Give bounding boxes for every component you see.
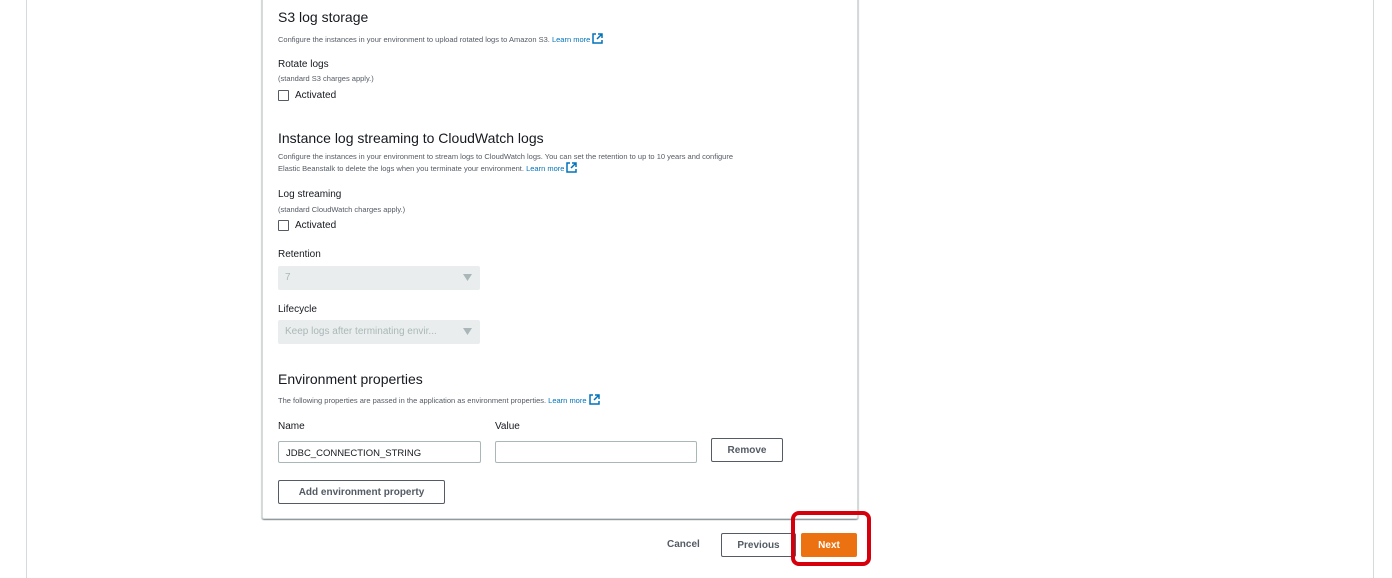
env-name-column-header: Name bbox=[278, 421, 305, 432]
log-streaming-checkbox-label: Activated bbox=[295, 220, 337, 231]
env-properties-description: The following properties are passed in t… bbox=[278, 394, 600, 406]
s3-learn-more-link[interactable]: Learn more bbox=[552, 33, 604, 44]
next-button-highlight bbox=[791, 511, 871, 566]
caret-down-icon bbox=[463, 274, 472, 281]
retention-select-value: 7 bbox=[285, 272, 291, 283]
rotate-logs-checkbox[interactable] bbox=[278, 90, 289, 101]
external-link-icon bbox=[592, 33, 604, 44]
rotate-logs-checkbox-label: Activated bbox=[295, 90, 337, 101]
rotate-logs-note: (standard S3 charges apply.) bbox=[278, 74, 374, 83]
log-streaming-checkbox[interactable] bbox=[278, 220, 289, 231]
external-link-icon bbox=[588, 394, 600, 405]
s3-section-title: S3 log storage bbox=[278, 9, 369, 25]
cloudwatch-section-title: Instance log streaming to CloudWatch log… bbox=[278, 130, 544, 146]
remove-env-property-button[interactable]: Remove bbox=[711, 438, 783, 462]
env-value-column-header: Value bbox=[495, 421, 520, 432]
s3-section-description: Configure the instances in your environm… bbox=[278, 33, 604, 45]
env-property-name-input[interactable]: JDBC_CONNECTION_STRING bbox=[278, 441, 481, 463]
env-properties-title: Environment properties bbox=[278, 371, 423, 387]
cloudwatch-section-description: Configure the instances in your environm… bbox=[278, 152, 733, 173]
env-properties-learn-more-link[interactable]: Learn more bbox=[548, 394, 600, 405]
lifecycle-select[interactable]: Keep logs after terminating envir... bbox=[278, 320, 480, 344]
rotate-logs-label: Rotate logs bbox=[278, 59, 329, 70]
lifecycle-label: Lifecycle bbox=[278, 304, 317, 315]
log-streaming-checkbox-row[interactable]: Activated bbox=[278, 220, 336, 231]
add-env-property-button[interactable]: Add environment property bbox=[278, 480, 445, 504]
env-property-value-input[interactable] bbox=[495, 441, 697, 463]
external-link-icon bbox=[566, 162, 578, 173]
lifecycle-select-value: Keep logs after terminating envir... bbox=[285, 326, 437, 337]
log-streaming-note: (standard CloudWatch charges apply.) bbox=[278, 205, 406, 214]
previous-button[interactable]: Previous bbox=[721, 533, 796, 557]
caret-down-icon bbox=[463, 328, 472, 335]
cancel-button[interactable]: Cancel bbox=[667, 539, 700, 550]
retention-label: Retention bbox=[278, 249, 321, 260]
log-streaming-label: Log streaming bbox=[278, 189, 342, 200]
cloudwatch-learn-more-link[interactable]: Learn more bbox=[526, 162, 578, 173]
retention-select[interactable]: 7 bbox=[278, 266, 480, 290]
rotate-logs-checkbox-row[interactable]: Activated bbox=[278, 90, 336, 101]
